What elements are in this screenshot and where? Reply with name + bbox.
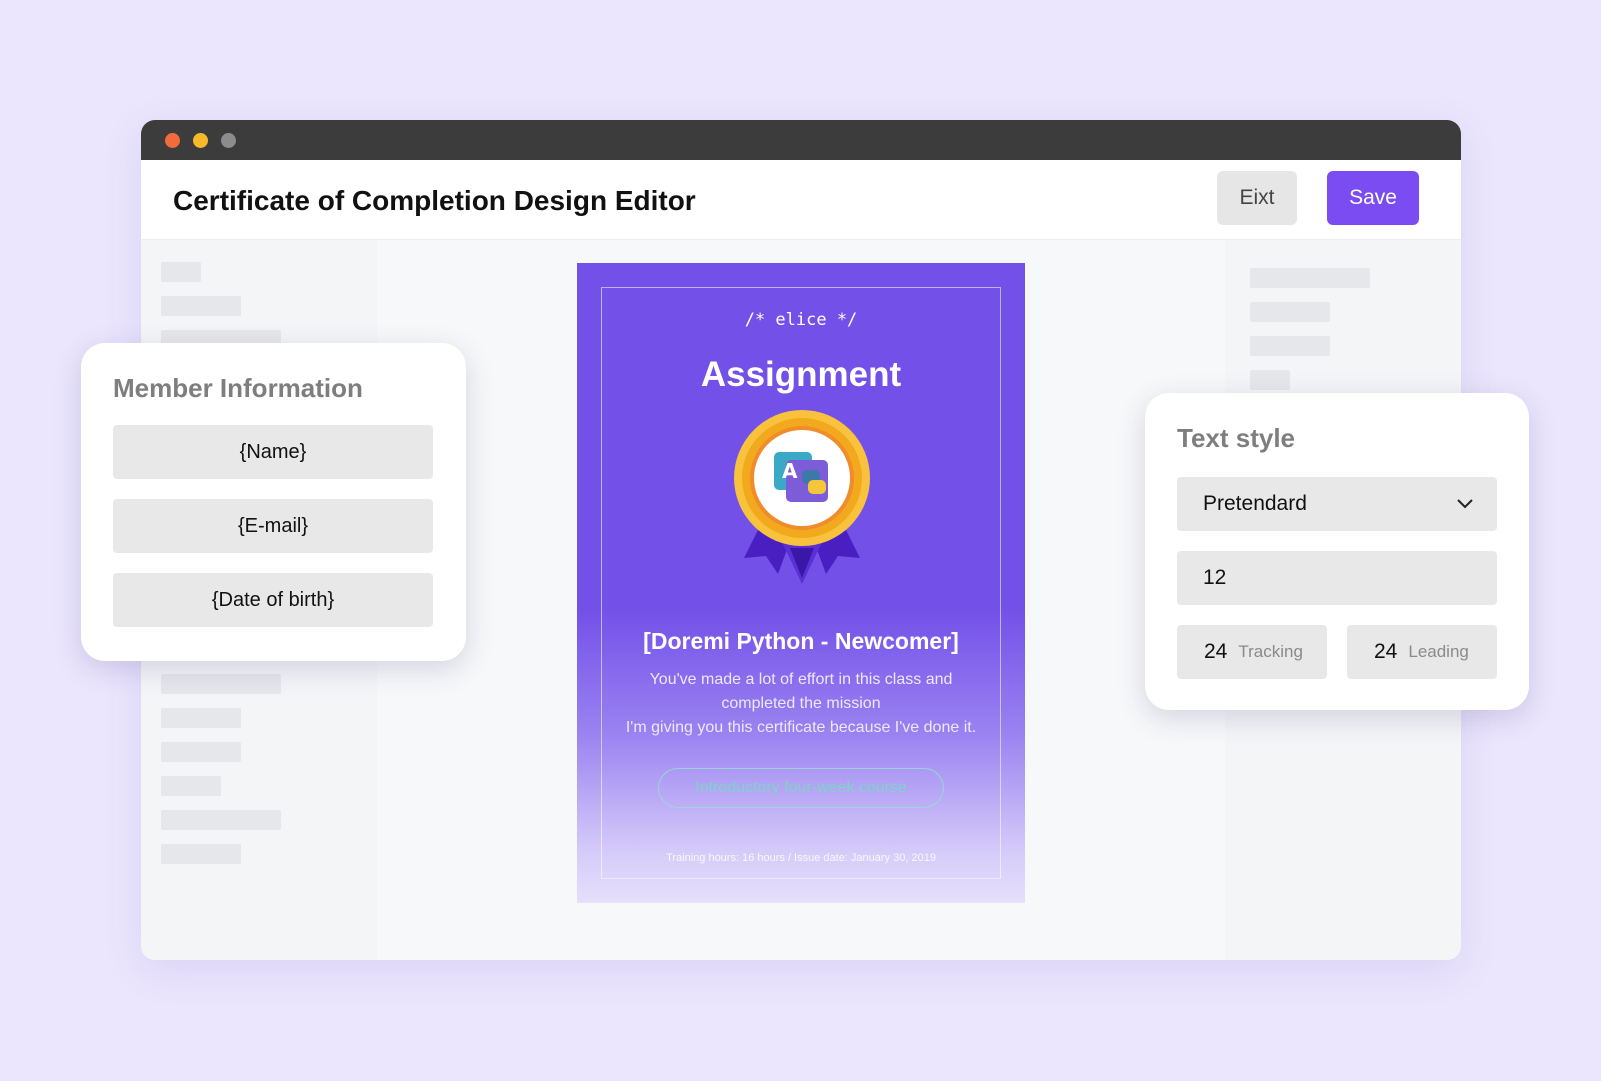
member-information-title: Member Information [113,373,363,403]
text-style-card: Text style Pretendard 12 24 Tracking 24 … [1145,393,1529,710]
chevron-down-icon [1457,499,1473,509]
certificate-footer[interactable]: Training hours: 16 hours / Issue date: J… [577,852,1025,864]
python-course-badge-icon: A [734,410,870,584]
skeleton-line [1250,370,1290,390]
skeleton-line [161,296,241,316]
leading-value: 24 [1374,640,1398,663]
course-duration-pill[interactable]: Introductory four-week course [658,768,944,808]
font-family-value: Pretendard [1203,492,1307,515]
skeleton-line [161,674,281,694]
skeleton-line [161,708,241,728]
skeleton-line [1250,302,1330,322]
minimize-window-icon[interactable] [193,133,208,148]
skeleton-line [161,742,241,762]
certificate-body-line: completed the mission [721,695,881,712]
certificate-body-line: I'm giving you this certificate because … [625,719,977,736]
name-variable-button[interactable]: {Name} [113,425,433,479]
leading-label: Leading [1408,642,1469,661]
leading-input[interactable]: 24 Leading [1347,625,1497,679]
window-titlebar [141,120,1461,160]
certificate-logo: /* elice */ [744,310,858,330]
skeleton-line [161,810,281,830]
tracking-input[interactable]: 24 Tracking [1177,625,1327,679]
maximize-window-icon[interactable] [221,133,236,148]
text-style-title: Text style [1177,423,1296,453]
email-variable-button[interactable]: {E-mail} [113,499,433,553]
skeleton-line [161,776,221,796]
tracking-label: Tracking [1238,642,1303,661]
tracking-value: 24 [1204,640,1228,663]
certificate-course-name[interactable]: [Doremi Python - Newcomer] [577,628,1025,655]
certificate-heading[interactable]: Assignment [577,355,1025,395]
save-button[interactable]: Save [1327,171,1419,225]
font-size-input[interactable]: 12 [1177,551,1497,605]
page-title: Certificate of Completion Design Editor [173,185,696,216]
skeleton-line [161,262,201,282]
exit-button[interactable]: Eixt [1217,171,1297,225]
date-of-birth-variable-button[interactable]: {Date of birth} [113,573,433,627]
font-family-select[interactable]: Pretendard [1177,477,1497,531]
skeleton-line [1250,336,1330,356]
certificate-body-text[interactable]: You've made a lot of effort in this clas… [601,668,1001,740]
member-information-card: Member Information {Name} {E-mail} {Date… [81,343,466,661]
skeleton-line [1250,268,1370,288]
svg-text:A: A [782,459,798,483]
editor-header: Certificate of Completion Design Editor … [141,160,1461,240]
certificate-canvas[interactable]: /* elice */ Assignment A [Doremi Python … [577,263,1025,903]
certificate-body-line: You've made a lot of effort in this clas… [649,671,953,688]
skeleton-line [161,844,241,864]
close-window-icon[interactable] [165,133,180,148]
